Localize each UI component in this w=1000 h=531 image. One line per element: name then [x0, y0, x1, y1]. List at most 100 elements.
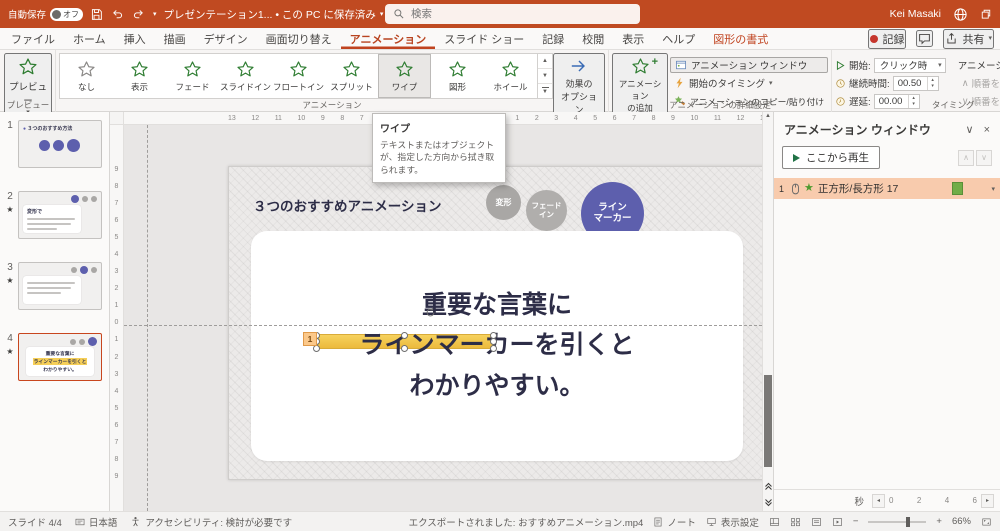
- display-settings-button[interactable]: 表示設定: [706, 515, 759, 529]
- item-dropdown-icon[interactable]: ▾: [991, 185, 995, 193]
- share-button[interactable]: 共有 ▾: [943, 28, 994, 49]
- play-icon: [793, 153, 800, 162]
- animation-list-item[interactable]: 1 ★ 正方形/長方形 17 ▾: [774, 178, 1000, 199]
- undo-icon[interactable]: [111, 8, 124, 21]
- ribbon-tab[interactable]: ファイル: [2, 28, 64, 49]
- thumbnail-row-3[interactable]: 3 ★: [2, 262, 107, 310]
- slide-sorter-view-icon[interactable]: [790, 517, 801, 527]
- animation-star-icon: ★: [6, 276, 14, 285]
- accessibility-button[interactable]: アクセシビリティ: 検討が必要です: [130, 515, 292, 529]
- selection-handle[interactable]: [401, 345, 408, 352]
- language-button[interactable]: 日本語: [75, 515, 117, 529]
- zoom-out-icon[interactable]: −: [853, 516, 859, 527]
- notes-button[interactable]: ノート: [653, 515, 696, 529]
- start-select[interactable]: クリック時 ▾: [873, 57, 946, 73]
- zoom-level[interactable]: 66%: [952, 516, 971, 527]
- thumbnail-row-1[interactable]: 1 ● ３つのおすすめ方法: [2, 120, 107, 168]
- duration-input[interactable]: 00.50 ▴ ▾: [892, 75, 939, 91]
- slide-3-thumbnail[interactable]: [18, 262, 102, 310]
- ribbon-tab[interactable]: ヘルプ: [653, 28, 704, 49]
- timeline-bar[interactable]: [952, 182, 964, 195]
- animation-effect[interactable]: スプリット: [325, 54, 378, 98]
- qat-customize-icon[interactable]: ▾: [153, 11, 157, 18]
- canvas-scrollbar[interactable]: ▲: [762, 112, 773, 511]
- white-card-shape[interactable]: 重要な言葉に ラインマーカーを引くと わかりやすい。 1: [251, 231, 743, 461]
- zoom-slider[interactable]: [868, 516, 927, 527]
- gallery-down-icon[interactable]: ▼: [538, 68, 552, 83]
- scroll-up-icon[interactable]: ▲: [763, 113, 773, 119]
- animation-effect[interactable]: ホイール: [484, 54, 537, 98]
- globe-icon[interactable]: [953, 7, 968, 22]
- reading-view-icon[interactable]: [811, 517, 822, 527]
- thumbnail-row-4[interactable]: 4 ★ 重要な言葉に ラインマーカーを引くと わかりやすい。: [2, 333, 107, 381]
- pane-close-icon[interactable]: ×: [984, 124, 990, 136]
- animation-effect[interactable]: スライドイン: [219, 54, 272, 98]
- selection-handle[interactable]: [401, 332, 408, 339]
- animation-effect[interactable]: ワイプ: [378, 54, 431, 98]
- animation-effect[interactable]: フロートイン: [272, 54, 325, 98]
- pane-move-up-icon[interactable]: ∧: [958, 149, 974, 166]
- next-slide-button[interactable]: [763, 495, 773, 509]
- animation-effect[interactable]: フェード: [166, 54, 219, 98]
- search-box[interactable]: [385, 4, 640, 24]
- pane-move-down-icon[interactable]: ∨: [976, 149, 992, 166]
- gallery-more-icon[interactable]: ▼: [538, 83, 552, 98]
- ribbon-tab[interactable]: 挿入: [115, 28, 155, 49]
- ribbon-tab[interactable]: 表示: [613, 28, 653, 49]
- effect-arrow-icon: [571, 60, 585, 72]
- spinner[interactable]: ▴ ▾: [926, 76, 938, 90]
- morph-circle-shape[interactable]: 変形: [486, 185, 521, 220]
- zoom-in-icon[interactable]: +: [936, 516, 942, 527]
- animation-effect[interactable]: 表示: [113, 54, 166, 98]
- body-line-3[interactable]: わかりやすい。: [409, 372, 584, 401]
- user-name[interactable]: Kei Masaki: [890, 8, 941, 20]
- slideshow-view-icon[interactable]: [832, 517, 843, 527]
- save-icon[interactable]: [90, 8, 103, 21]
- fit-to-window-icon[interactable]: [981, 517, 992, 527]
- ribbon-tab[interactable]: 描画: [155, 28, 195, 49]
- animation-order-badge[interactable]: 1: [303, 332, 317, 346]
- slide-4-thumbnail[interactable]: 重要な言葉に ラインマーカーを引くと わかりやすい。: [18, 333, 102, 381]
- document-title[interactable]: プレゼンテーション1... • この PC に保存済み ▾: [164, 7, 384, 22]
- ribbon-tab[interactable]: ホーム: [64, 28, 115, 49]
- ribbon-tab[interactable]: 記録: [533, 28, 573, 49]
- normal-view-icon[interactable]: [769, 517, 780, 527]
- restore-window-icon[interactable]: [980, 8, 992, 20]
- selection-handle[interactable]: [313, 345, 320, 352]
- animation-effect[interactable]: 図形: [431, 54, 484, 98]
- ribbon-tab[interactable]: スライド ショー: [435, 28, 533, 49]
- move-earlier-button[interactable]: ∧ 順番を前にする: [958, 75, 1000, 91]
- ribbon-tab[interactable]: 図形の書式: [704, 28, 777, 49]
- play-from-here-button[interactable]: ここから再生: [782, 146, 880, 169]
- selection-handle[interactable]: [490, 338, 497, 345]
- ribbon-tab[interactable]: デザイン: [195, 28, 257, 49]
- slide-1-thumbnail[interactable]: ● ３つのおすすめ方法: [18, 120, 102, 168]
- slide-title-text[interactable]: ３つのおすすめアニメーション: [253, 195, 441, 215]
- zoom-knob[interactable]: [906, 516, 911, 527]
- redo-icon[interactable]: [132, 8, 145, 21]
- pane-dropdown-icon[interactable]: ∨: [966, 123, 974, 136]
- autosave-toggle[interactable]: 自動保存 オフ: [8, 7, 84, 21]
- slide-2-thumbnail[interactable]: 変形で: [18, 191, 102, 239]
- slide-4-editing-surface[interactable]: ３つのおすすめアニメーション 変形 フェード イン ライン マーカー 重要な言葉…: [228, 166, 762, 480]
- selection-handle[interactable]: [490, 345, 497, 352]
- thumbnail-row-2[interactable]: 2 ★ 変形で: [2, 191, 107, 239]
- previous-slide-button[interactable]: [763, 479, 773, 493]
- ribbon-tab[interactable]: 校閲: [573, 28, 613, 49]
- ribbon-tab[interactable]: アニメーション: [341, 28, 436, 49]
- scale-left-icon[interactable]: ◂: [872, 493, 885, 508]
- ribbon-tab[interactable]: 画面切り替え: [257, 28, 341, 49]
- search-input[interactable]: [411, 8, 611, 20]
- animation-effect[interactable]: なし: [60, 54, 113, 98]
- fade-in-circle-shape[interactable]: フェード イン: [526, 190, 567, 231]
- autosave-switch[interactable]: オフ: [50, 7, 84, 21]
- scale-right-icon[interactable]: ▸: [981, 493, 994, 508]
- record-button[interactable]: 記録: [868, 28, 907, 49]
- scrollbar-thumb[interactable]: [764, 375, 772, 467]
- animation-pane-toggle[interactable]: アニメーション ウィンドウ: [670, 57, 829, 73]
- body-line-1[interactable]: 重要な言葉に: [422, 291, 572, 320]
- gallery-up-icon[interactable]: ▲: [538, 54, 552, 68]
- comments-button[interactable]: [916, 30, 934, 47]
- rotate-handle-icon[interactable]: [425, 307, 436, 318]
- trigger-button[interactable]: 開始のタイミング ▾: [670, 75, 828, 91]
